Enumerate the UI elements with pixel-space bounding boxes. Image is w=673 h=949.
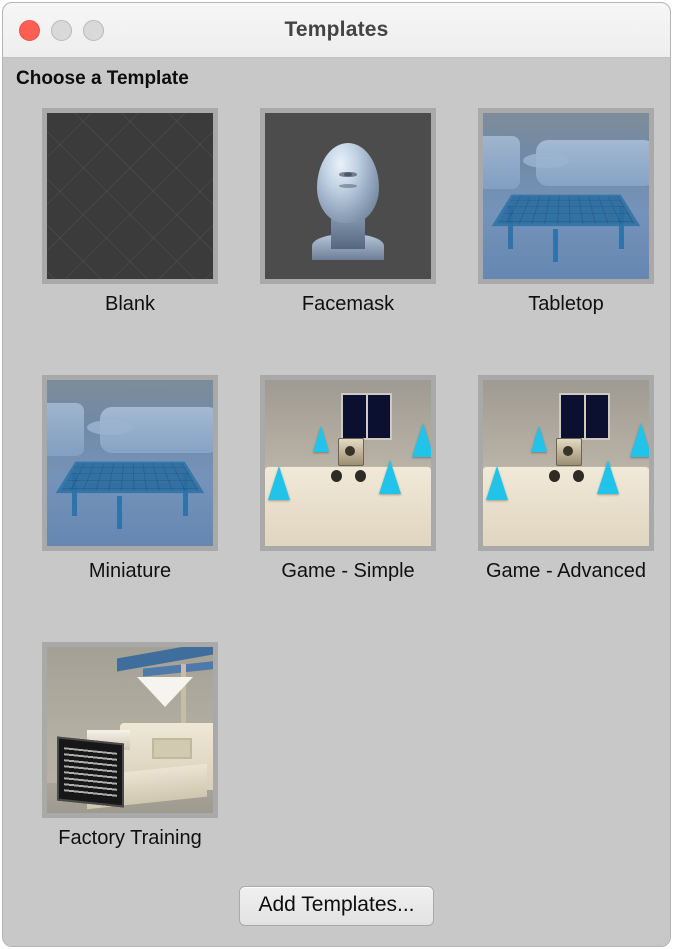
- robot-body: [338, 438, 365, 467]
- crystal-shape: [486, 466, 509, 501]
- head-eye-right: [344, 172, 358, 178]
- scene-window: [341, 393, 392, 441]
- robot-wheel: [572, 469, 584, 482]
- scene-window: [559, 393, 610, 441]
- template-thumbnail-tabletop: [483, 113, 649, 279]
- crystal-shape: [313, 426, 330, 453]
- robot-body: [556, 438, 583, 467]
- template-tile-game-simple[interactable]: Game - Simple: [260, 375, 440, 642]
- template-thumbnail-facemask: [265, 113, 431, 279]
- window-content: Choose a Template Blank Facemask Tableto…: [3, 58, 670, 946]
- crystal-shape: [268, 466, 291, 501]
- head-shape: [317, 142, 379, 223]
- thumbnail-frame: [42, 108, 218, 284]
- template-tile-game-advanced[interactable]: Game - Advanced: [478, 375, 658, 642]
- template-thumbnail-miniature: [47, 380, 213, 546]
- template-tile-blank[interactable]: Blank: [42, 108, 222, 375]
- add-templates-button[interactable]: Add Templates...: [239, 886, 434, 926]
- crystal-shape: [379, 459, 402, 494]
- head-mouth: [339, 184, 357, 189]
- template-grid: Blank Facemask Tabletop Miniature Game -…: [42, 108, 670, 909]
- template-label: Tabletop: [528, 293, 604, 315]
- robot-wheel: [549, 469, 561, 482]
- crystal-shape: [630, 423, 649, 458]
- thumbnail-frame: [260, 108, 436, 284]
- crystal-shape: [412, 423, 431, 458]
- template-label: Miniature: [88, 560, 172, 582]
- robot-wheel: [331, 469, 343, 482]
- thumbnail-frame: [478, 375, 654, 551]
- info-display-panel: [56, 736, 125, 808]
- template-thumbnail-game-advanced: [483, 380, 649, 546]
- template-thumbnail-game-simple: [265, 380, 431, 546]
- template-thumbnail-factory-training: [47, 647, 213, 813]
- template-tile-tabletop[interactable]: Tabletop: [478, 108, 658, 375]
- template-label: Blank: [104, 293, 156, 315]
- template-label: Factory Training: [58, 827, 202, 849]
- template-tile-facemask[interactable]: Facemask: [260, 108, 440, 375]
- thumbnail-frame: [260, 375, 436, 551]
- crystal-shape: [531, 426, 548, 453]
- footer-bar: Add Templates...: [3, 886, 670, 926]
- template-label: Game - Advanced: [485, 560, 647, 582]
- template-tile-miniature[interactable]: Miniature: [42, 375, 222, 642]
- page-title: Choose a Template: [16, 68, 189, 89]
- template-label: Game - Simple: [281, 560, 415, 582]
- template-thumbnail-blank: [47, 113, 213, 279]
- templates-window: Templates Choose a Template Blank Facema…: [2, 2, 671, 947]
- thumbnail-frame: [42, 375, 218, 551]
- window-titlebar: Templates: [3, 3, 670, 58]
- crystal-shape: [597, 459, 620, 494]
- template-tile-factory-training[interactable]: Factory Training: [42, 642, 222, 909]
- window-title: Templates: [284, 18, 389, 41]
- hopper-cone: [136, 676, 193, 707]
- robot-wheel: [354, 469, 366, 482]
- thumbnail-frame: [478, 108, 654, 284]
- thumbnail-frame: [42, 642, 218, 818]
- blue-tint-overlay: [47, 380, 213, 546]
- template-label: Facemask: [301, 293, 395, 315]
- blue-tint-overlay: [483, 113, 649, 279]
